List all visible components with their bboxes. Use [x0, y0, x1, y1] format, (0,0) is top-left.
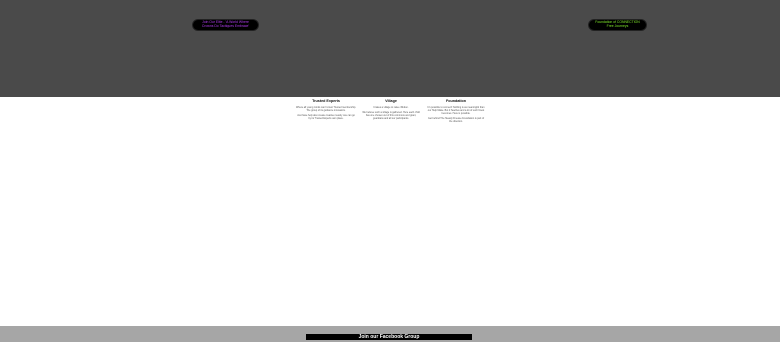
hero-banner: Join Our Elite - 'A World Where Crowns D…: [0, 0, 780, 97]
foundation-badge[interactable]: Foundation of CONNECTION Free Journeys: [588, 19, 647, 31]
feature-title: Foundation: [445, 99, 467, 103]
features-section: Trusted Experts Where all young minds ca…: [296, 99, 486, 129]
feature-text: Where all young minds can hi-trest Trust…: [296, 106, 356, 112]
feature-foundation: Foundation It's possible to connect! Not…: [426, 99, 486, 129]
feature-title: Trusted Experts: [312, 99, 340, 103]
feature-text: It takes a village to raise children.: [373, 106, 409, 109]
footer: Join our Facebook Group: [0, 326, 780, 342]
join-facebook-group-button[interactable]: Join our Facebook Group: [306, 334, 472, 340]
feature-village: Village It takes a village to raise chil…: [361, 99, 421, 129]
feature-title: Village: [385, 99, 397, 103]
feature-text: Get behind The Steady Finesse Foundation…: [427, 116, 485, 123]
foundation-badge-line2: Free Journeys: [606, 24, 629, 28]
feature-text: We believe such a village is gathered. H…: [362, 110, 420, 120]
join-elite-badge-line2: Crowns Do Tactiques Embrace': [201, 24, 250, 28]
join-elite-badge[interactable]: Join Our Elite - 'A World Where Crowns D…: [192, 19, 259, 31]
feature-text: It's possible to connect! Nothing is as …: [427, 106, 485, 115]
feature-text: Just have help also create creative mean…: [297, 113, 355, 120]
feature-trusted-experts: Trusted Experts Where all young minds ca…: [296, 99, 356, 129]
